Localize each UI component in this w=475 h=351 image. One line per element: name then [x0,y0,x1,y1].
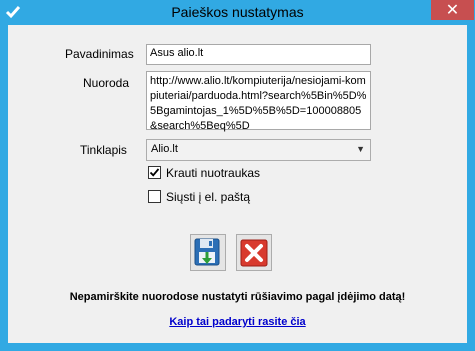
load-photos-checkbox[interactable] [148,166,161,179]
save-icon [194,238,220,266]
send-email-label: Siųsti į el. paštą [166,190,251,204]
window-frame-left [0,25,8,351]
window-frame-bottom [0,343,475,351]
close-button[interactable]: ✕ [431,0,474,20]
sorting-notice: Nepamirškite nuorodose nustatyti rūšiavi… [69,291,406,303]
save-button[interactable] [190,234,226,271]
name-label: Pavadinimas [65,47,134,61]
window-title: Paieškos nustatymas [171,4,304,20]
load-photos-label: Krauti nuotraukas [166,166,261,180]
cancel-icon [240,239,268,267]
send-email-checkbox[interactable] [148,190,161,203]
url-label: Nuoroda [83,76,130,90]
site-select[interactable]: Alio.lt ▼ [146,139,371,161]
title-bar[interactable]: Paieškos nustatymas ✕ [0,0,475,25]
url-textarea[interactable]: http://www.alio.lt/kompiuterija/nesiojam… [146,71,371,132]
site-label: Tinklapis [80,143,127,157]
site-select-value: Alio.lt [151,143,178,155]
window-frame-right [467,25,475,351]
cancel-button[interactable] [236,234,272,271]
checkmark-icon [149,168,160,177]
chevron-down-icon: ▼ [356,144,365,154]
dialog-window: Paieškos nustatymas ✕ Pavadinimas Asus a… [0,0,475,351]
help-link[interactable]: Kaip tai padaryti rasite čia [8,316,467,328]
name-input[interactable]: Asus alio.lt [146,44,371,65]
